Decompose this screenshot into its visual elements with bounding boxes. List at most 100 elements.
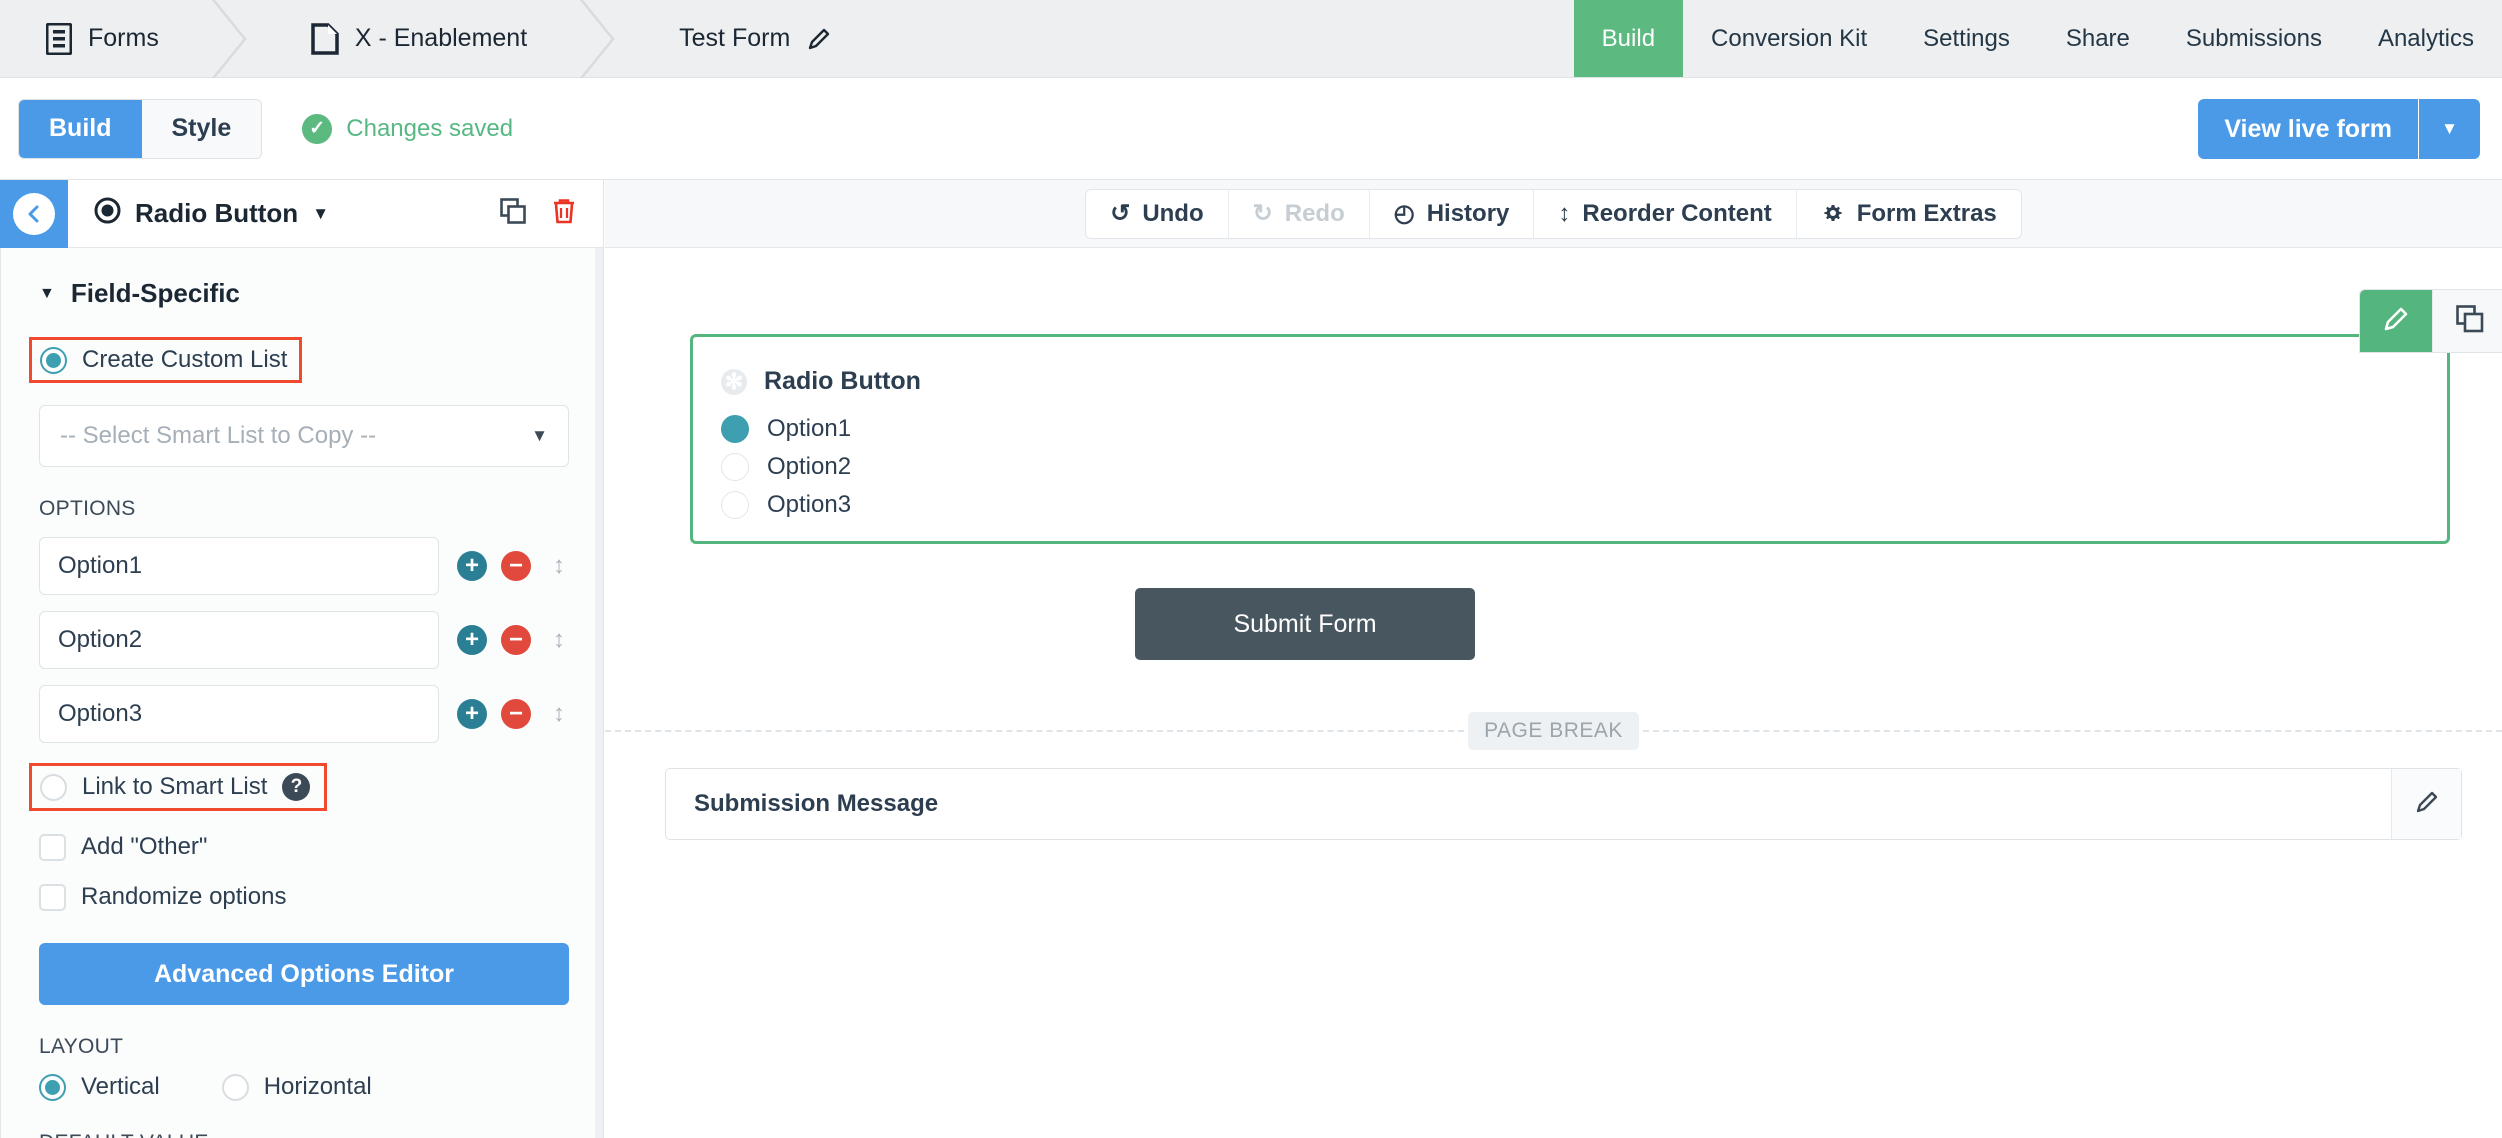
preview-option-2-label: Option2 — [767, 453, 851, 481]
remove-option-button[interactable]: − — [501, 699, 531, 729]
toggle-build[interactable]: Build — [19, 100, 142, 158]
redo-button[interactable]: ↻ Redo — [1229, 190, 1370, 238]
options-group-label: OPTIONS — [39, 497, 565, 521]
tab-submissions[interactable]: Submissions — [2158, 0, 2350, 77]
smart-list-select[interactable]: -- Select Smart List to Copy -- ▼ — [39, 405, 569, 467]
tab-conversion-kit-label: Conversion Kit — [1711, 25, 1867, 53]
breadcrumb-item-forms[interactable]: Forms — [0, 0, 205, 77]
field-type-selector[interactable]: Radio Button ▼ — [68, 197, 329, 231]
tab-build-label: Build — [1602, 25, 1655, 53]
clock-icon: ◴ — [1394, 199, 1415, 228]
submit-form-label: Submit Form — [1233, 610, 1376, 639]
left-panel-scrollbar[interactable] — [595, 248, 603, 1138]
pencil-icon[interactable] — [806, 26, 832, 52]
duplicate-field-button[interactable] — [2432, 290, 2502, 352]
chevron-down-icon[interactable]: ▼ — [2418, 99, 2480, 159]
view-live-form-button[interactable]: View live form ▼ — [2198, 99, 2480, 159]
save-status: ✓ Changes saved — [302, 114, 513, 144]
radio-selected-icon — [721, 415, 749, 443]
layout-vertical-label: Vertical — [81, 1073, 160, 1101]
toggle-style[interactable]: Style — [142, 100, 262, 158]
submission-message-label: Submission Message — [666, 769, 2391, 839]
radio-button-field-card[interactable]: ✻ Radio Button Option1 Option2 Option3 — [690, 334, 2450, 544]
collapse-panel-button[interactable] — [0, 180, 68, 248]
form-extras-button[interactable]: Form Extras — [1797, 190, 2021, 238]
option-input-2[interactable]: Option2 — [39, 611, 439, 669]
remove-option-button[interactable]: − — [501, 551, 531, 581]
field-card-title-row: ✻ Radio Button — [693, 337, 2447, 396]
tab-conversion-kit[interactable]: Conversion Kit — [1683, 0, 1895, 77]
drag-handle-icon[interactable]: ↕ — [553, 552, 565, 580]
checkbox-unchecked-icon — [39, 884, 66, 911]
tab-build[interactable]: Build — [1574, 0, 1683, 77]
option-input-1[interactable]: Option1 — [39, 537, 439, 595]
add-option-button[interactable]: + — [457, 699, 487, 729]
option-row: Option1 + − ↕ — [39, 537, 565, 595]
drag-handle-icon[interactable]: ↕ — [553, 626, 565, 654]
copy-icon — [2456, 305, 2484, 338]
required-asterisk-icon: ✻ — [721, 369, 747, 395]
tab-settings[interactable]: Settings — [1895, 0, 2038, 77]
pencil-icon — [2413, 788, 2441, 821]
page-break-badge: PAGE BREAK — [1468, 712, 1639, 750]
tab-analytics-label: Analytics — [2378, 25, 2474, 53]
option-input-3[interactable]: Option3 — [39, 685, 439, 743]
submit-form-button[interactable]: Submit Form — [1135, 588, 1475, 660]
randomize-options-label: Randomize options — [81, 883, 286, 911]
field-specific-section-header[interactable]: ▼ Field-Specific — [39, 278, 565, 309]
drag-handle-icon[interactable]: ↕ — [553, 700, 565, 728]
history-button[interactable]: ◴ History — [1370, 190, 1535, 238]
option-input-3-value: Option3 — [58, 700, 142, 728]
radio-selected-icon — [39, 1074, 66, 1101]
save-status-label: Changes saved — [346, 115, 513, 143]
radio-unselected-icon — [222, 1074, 249, 1101]
layout-horizontal-radio[interactable]: Horizontal — [222, 1073, 372, 1101]
field-card-options: Option1 Option2 Option3 — [693, 396, 2447, 524]
copy-icon[interactable] — [500, 198, 527, 230]
submission-message-card[interactable]: Submission Message — [665, 768, 2462, 840]
check-circle-icon: ✓ — [302, 114, 332, 144]
preview-option-1[interactable]: Option1 — [721, 410, 2447, 448]
layout-vertical-radio[interactable]: Vertical — [39, 1073, 160, 1101]
preview-option-2[interactable]: Option2 — [721, 448, 2447, 486]
add-option-button[interactable]: + — [457, 625, 487, 655]
top-navigation: Build Conversion Kit Settings Share Subm… — [1574, 0, 2502, 77]
preview-option-3-label: Option3 — [767, 491, 851, 519]
undo-button[interactable]: ↺ Undo — [1086, 190, 1228, 238]
option-input-2-value: Option2 — [58, 626, 142, 654]
option-row: Option3 + − ↕ — [39, 685, 565, 743]
create-custom-list-radio[interactable]: Create Custom List — [29, 337, 302, 383]
edit-submission-message-button[interactable] — [2391, 769, 2461, 839]
tab-submissions-label: Submissions — [2186, 25, 2322, 53]
edit-field-button[interactable] — [2360, 290, 2432, 352]
folder-icon — [311, 23, 339, 55]
tab-analytics[interactable]: Analytics — [2350, 0, 2502, 77]
breadcrumb-item-form-name[interactable]: Test Form — [633, 0, 878, 77]
breadcrumb-item-folder[interactable]: X - Enablement — [265, 0, 573, 77]
add-option-button[interactable]: + — [457, 551, 487, 581]
add-other-checkbox[interactable]: Add "Other" — [39, 833, 565, 861]
chevron-down-icon: ▼ — [531, 426, 548, 446]
breadcrumb-label-forms: Forms — [88, 24, 159, 53]
remove-option-button[interactable]: − — [501, 625, 531, 655]
page-break-line-left — [605, 730, 1464, 732]
history-label: History — [1427, 200, 1510, 228]
add-other-label: Add "Other" — [81, 833, 207, 861]
sub-toolbar: Build Style ✓ Changes saved View live fo… — [0, 78, 2502, 180]
left-panel-header: Radio Button ▼ — [0, 180, 603, 248]
field-action-toolbar — [2360, 290, 2502, 352]
randomize-options-checkbox[interactable]: Randomize options — [39, 883, 565, 911]
help-icon[interactable]: ? — [282, 773, 310, 801]
preview-option-3[interactable]: Option3 — [721, 486, 2447, 524]
canvas-toolbar: ↺ Undo ↻ Redo ◴ History ↕ Reorder Conten… — [1085, 189, 2022, 239]
view-live-form-label: View live form — [2198, 99, 2418, 159]
advanced-options-editor-button[interactable]: Advanced Options Editor — [39, 943, 569, 1005]
reorder-content-button[interactable]: ↕ Reorder Content — [1534, 190, 1796, 238]
radio-unselected-icon — [721, 453, 749, 481]
link-to-smart-list-option[interactable]: Link to Smart List ? — [29, 763, 327, 811]
tab-share[interactable]: Share — [2038, 0, 2158, 77]
top-breadcrumb-bar: Forms X - Enablement Test Form — [0, 0, 2502, 78]
canvas-toolbar-bar: ↺ Undo ↻ Redo ◴ History ↕ Reorder Conten… — [605, 180, 2502, 248]
trash-icon[interactable] — [551, 197, 577, 230]
toggle-build-label: Build — [49, 114, 112, 143]
